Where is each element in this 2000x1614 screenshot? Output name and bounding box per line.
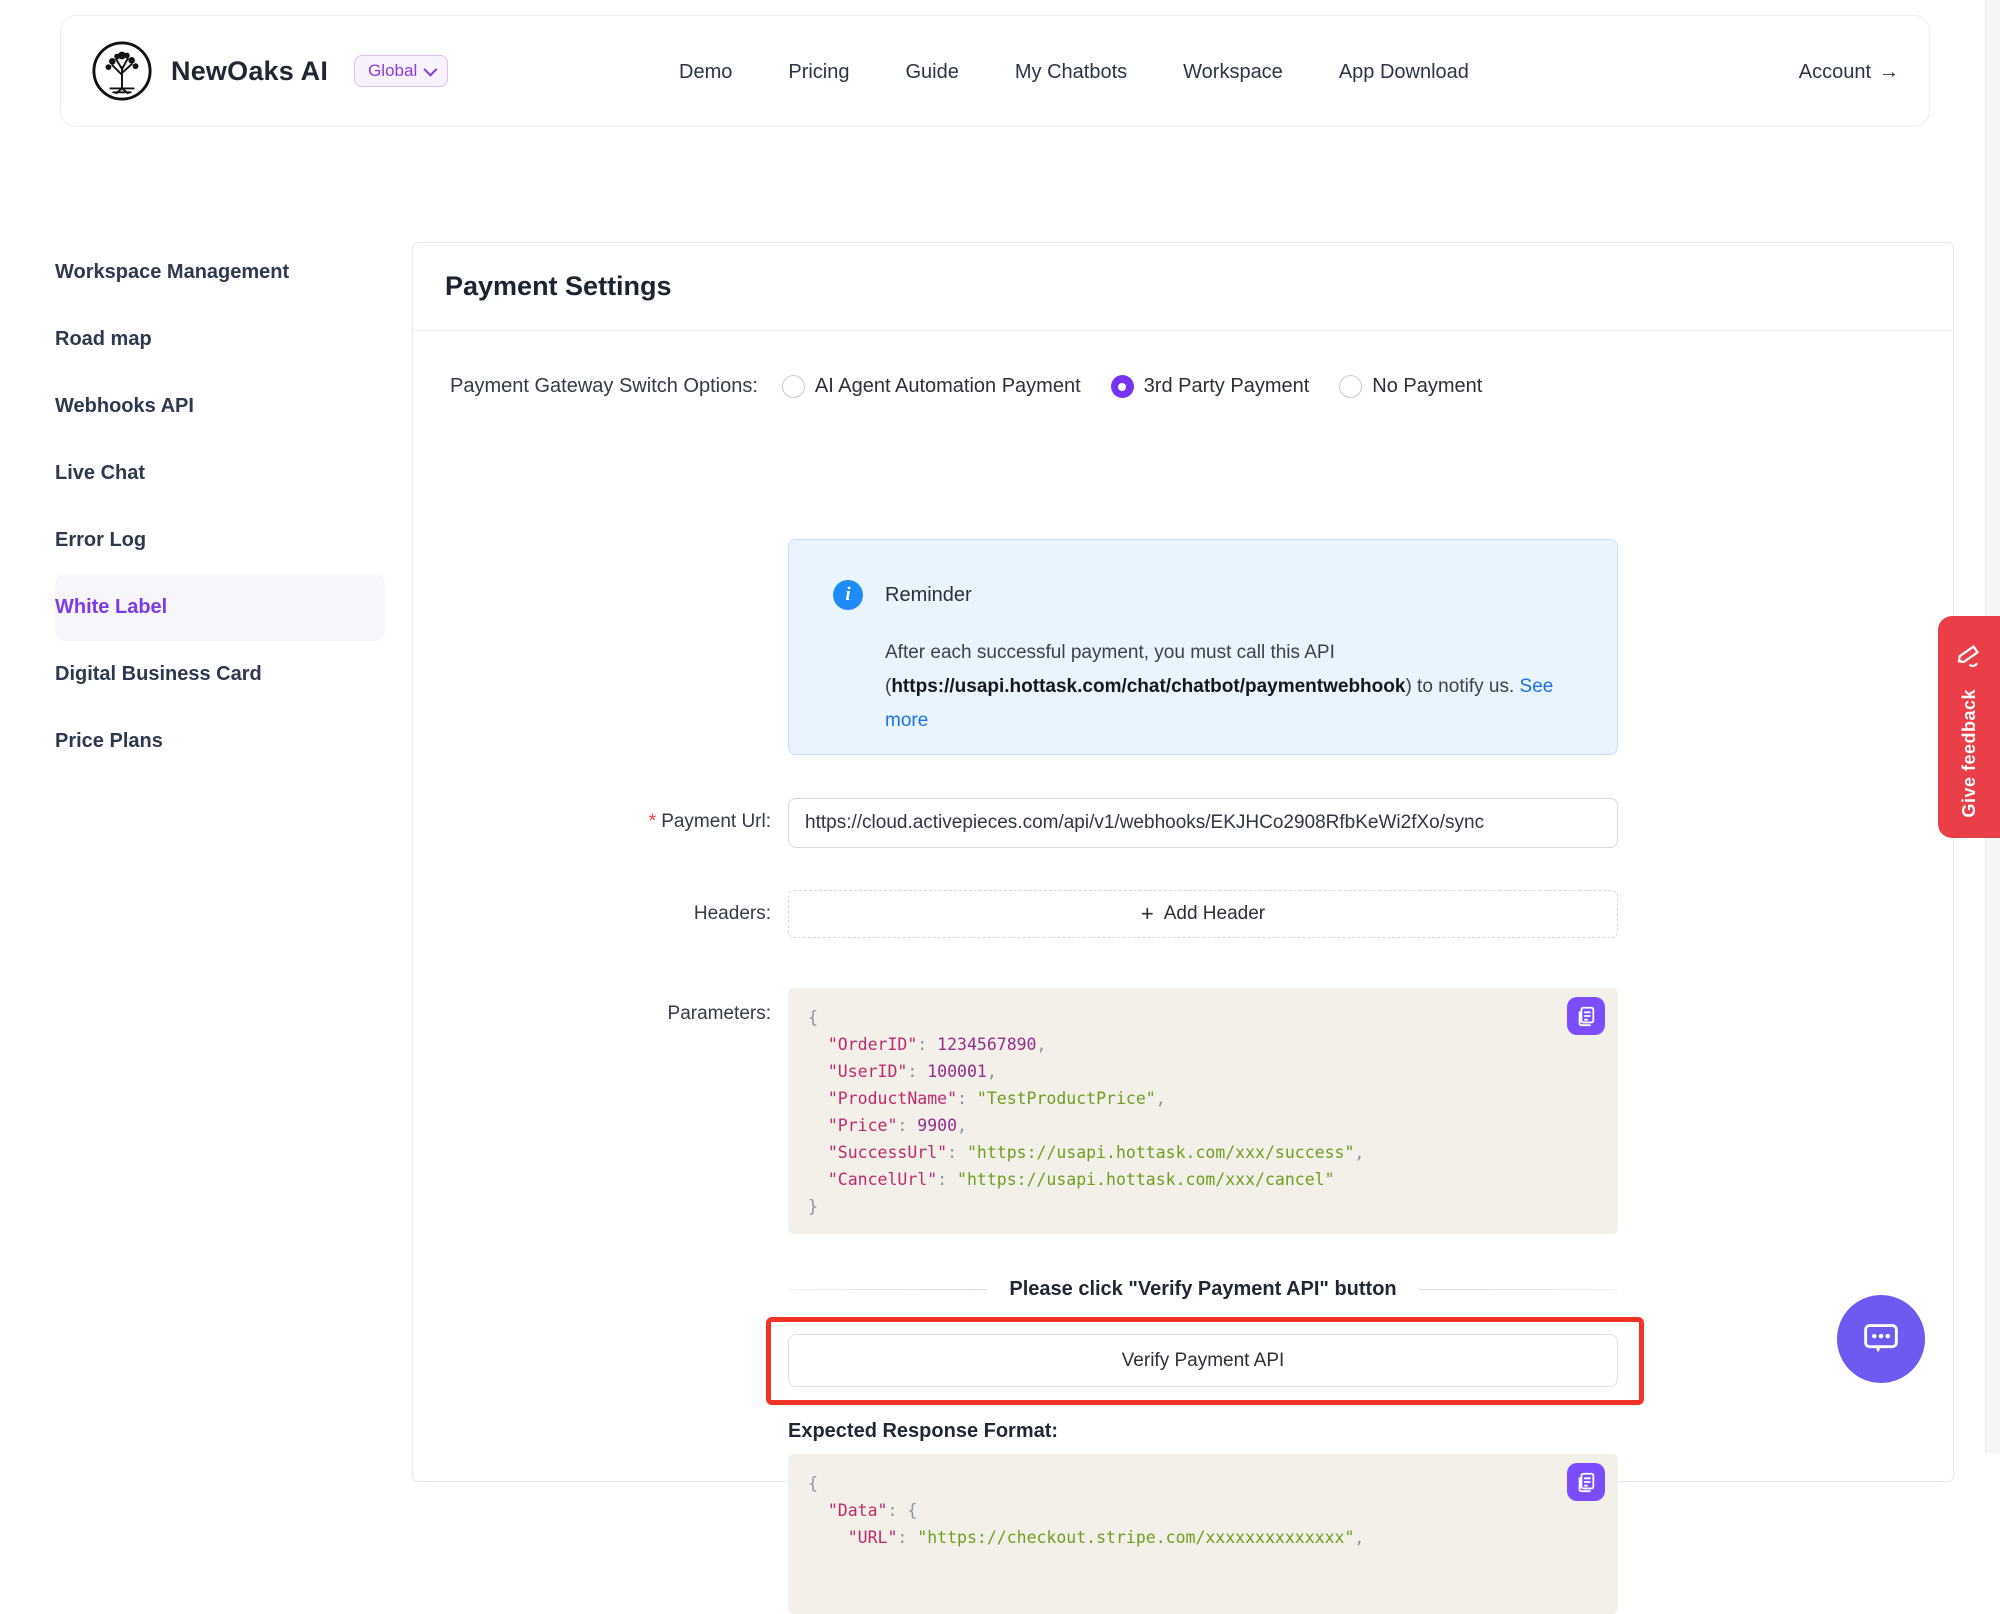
nav-item-pricing[interactable]: Pricing — [788, 61, 849, 84]
radio-ai-agent-automation-payment[interactable]: AI Agent Automation Payment — [782, 375, 1081, 398]
divider-line — [788, 1289, 987, 1290]
payment-url-label: *Payment Url: — [413, 811, 771, 833]
copy-expected-response-button[interactable] — [1567, 1463, 1605, 1501]
verify-payment-api-button[interactable]: Verify Payment API — [788, 1334, 1618, 1387]
payment-url-input[interactable] — [788, 798, 1618, 848]
webhook-api-url: https://usapi.hottask.com/chat/chatbot/p… — [891, 676, 1405, 697]
info-icon: i — [833, 580, 863, 610]
radio-3rd-party-payment[interactable]: 3rd Party Payment — [1111, 375, 1310, 398]
copy-document-icon — [1575, 1005, 1597, 1027]
region-selector[interactable]: Global — [354, 55, 448, 87]
headers-label: Headers: — [413, 903, 771, 925]
give-feedback-label: Give feedback — [1959, 689, 1980, 818]
parameters-label: Parameters: — [413, 1003, 771, 1025]
sidebar-item-webhooks-api[interactable]: Webhooks API — [55, 373, 385, 440]
sidebar-item-live-chat[interactable]: Live Chat — [55, 440, 385, 507]
plus-icon: + — [1141, 903, 1154, 925]
sidebar-item-white-label[interactable]: White Label — [55, 574, 385, 641]
sidebar-item-workspace-management[interactable]: Workspace Management — [55, 239, 385, 306]
give-feedback-tab[interactable]: Give feedback — [1938, 616, 2000, 838]
brand-home-link[interactable]: NewOaks AI — [91, 40, 328, 102]
sidebar-item-digital-business-card[interactable]: Digital Business Card — [55, 641, 385, 708]
top-header: NewOaks AI Global Demo Pricing Guide My … — [60, 15, 1930, 127]
nav-item-workspace[interactable]: Workspace — [1183, 61, 1283, 84]
verify-hint-divider: Please click "Verify Payment API" button — [788, 1278, 1618, 1301]
reminder-body: After each successful payment, you must … — [885, 636, 1581, 738]
divider-line — [1419, 1289, 1618, 1290]
parameters-json: { "OrderID": 1234567890, "UserID": 10000… — [808, 1004, 1598, 1220]
expected-response-label: Expected Response Format: — [788, 1420, 1058, 1443]
gateway-switch-row: Payment Gateway Switch Options: AI Agent… — [450, 375, 1512, 398]
oak-tree-logo-icon — [91, 40, 153, 102]
parameters-code-block: { "OrderID": 1234567890, "UserID": 10000… — [788, 988, 1618, 1234]
required-asterisk: * — [649, 811, 656, 832]
chat-widget-button[interactable] — [1837, 1295, 1925, 1383]
page-title: Payment Settings — [445, 271, 672, 302]
sidebar-item-road-map[interactable]: Road map — [55, 306, 385, 373]
region-label: Global — [368, 61, 417, 81]
sidebar-item-price-plans[interactable]: Price Plans — [55, 708, 385, 775]
sidebar-item-error-log[interactable]: Error Log — [55, 507, 385, 574]
payment-settings-card: Payment Settings Payment Gateway Switch … — [412, 242, 1954, 1482]
copy-document-icon — [1575, 1471, 1597, 1493]
pencil-icon — [1954, 639, 1984, 669]
settings-sidebar: Workspace Management Road map Webhooks A… — [55, 239, 385, 775]
radio-icon — [782, 375, 805, 398]
account-label: Account — [1799, 61, 1871, 84]
card-header: Payment Settings — [413, 243, 1953, 331]
expected-response-json: { "Data": { "URL": "https://checkout.str… — [808, 1470, 1598, 1551]
chevron-down-icon — [424, 63, 438, 77]
nav-item-guide[interactable]: Guide — [906, 61, 959, 84]
reminder-title: Reminder — [885, 584, 972, 607]
expected-response-code-block: { "Data": { "URL": "https://checkout.str… — [788, 1454, 1618, 1614]
account-button[interactable]: Account → — [1799, 16, 1899, 128]
brand-name: NewOaks AI — [171, 56, 328, 87]
radio-no-payment[interactable]: No Payment — [1339, 375, 1482, 398]
main-nav: Demo Pricing Guide My Chatbots Workspace… — [679, 16, 1469, 128]
nav-item-my-chatbots[interactable]: My Chatbots — [1015, 61, 1127, 84]
arrow-right-icon: → — [1879, 61, 1899, 84]
copy-parameters-button[interactable] — [1567, 997, 1605, 1035]
nav-item-demo[interactable]: Demo — [679, 61, 732, 84]
reminder-alert: i Reminder After each successful payment… — [788, 539, 1618, 755]
add-header-button[interactable]: + Add Header — [788, 890, 1618, 938]
chat-bubble-icon — [1858, 1316, 1904, 1362]
radio-selected-icon — [1111, 375, 1134, 398]
verify-hint-text: Please click "Verify Payment API" button — [1009, 1278, 1396, 1301]
nav-item-app-download[interactable]: App Download — [1339, 61, 1469, 84]
radio-icon — [1339, 375, 1362, 398]
gateway-switch-label: Payment Gateway Switch Options: — [450, 375, 758, 398]
